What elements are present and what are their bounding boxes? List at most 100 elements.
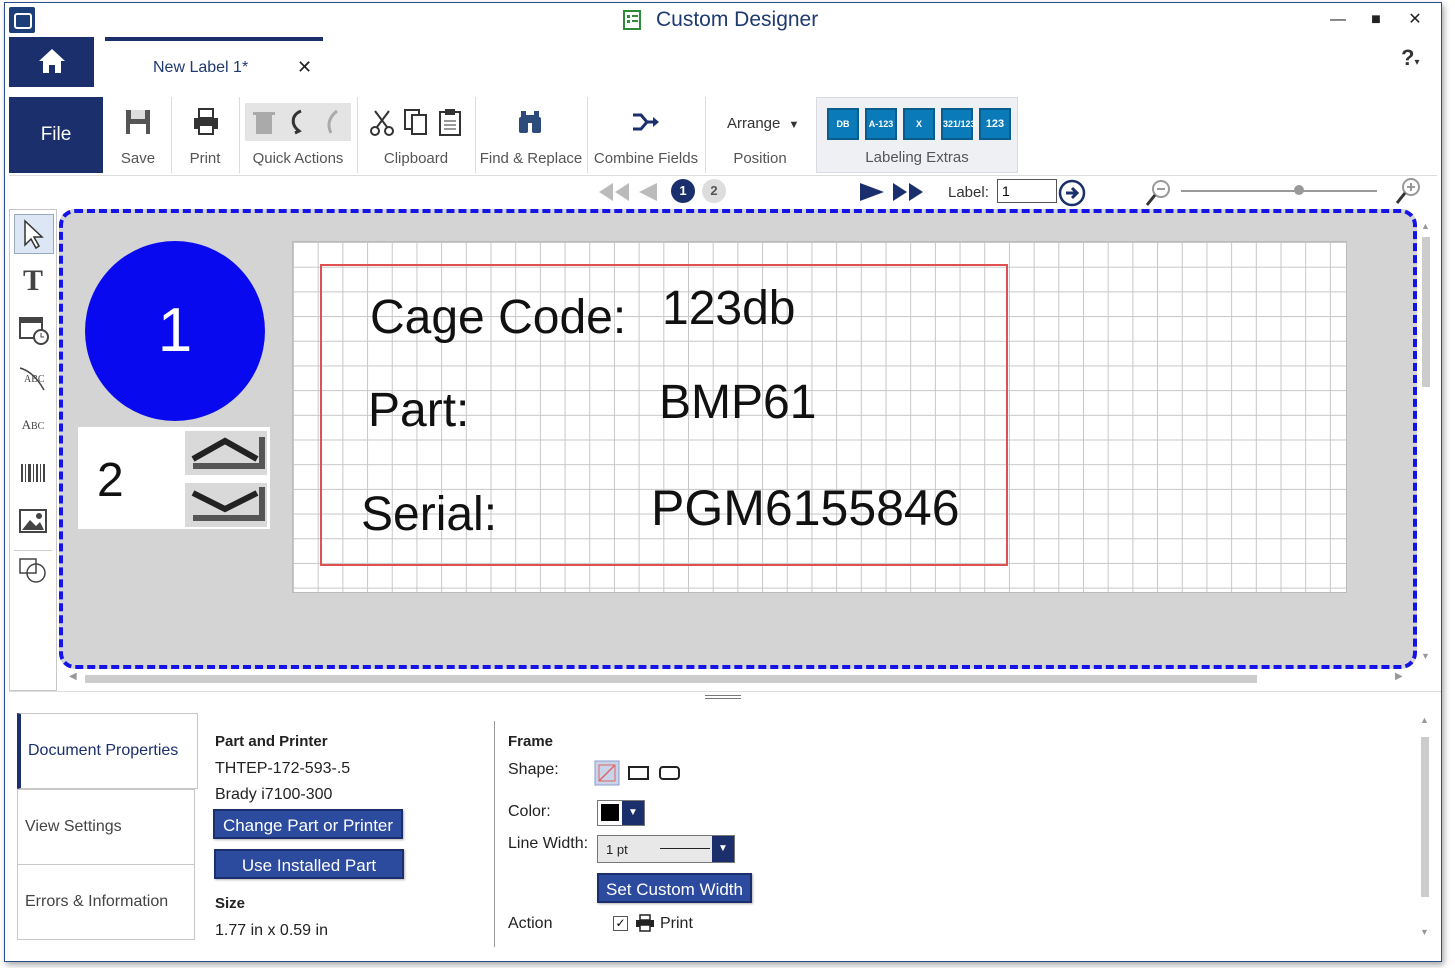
barcode-tool[interactable] [14, 454, 52, 492]
app-icon[interactable] [9, 7, 35, 33]
use-installed-part-button[interactable]: Use Installed Part [214, 849, 404, 879]
combine-fields-group[interactable]: Combine Fields [587, 97, 706, 173]
redo-icon[interactable] [317, 107, 347, 137]
previous-page-icon[interactable] [635, 181, 659, 203]
properties-scrollbar[interactable]: ▲ ▼ [1418, 715, 1432, 945]
tab-view-settings[interactable]: View Settings [17, 789, 195, 865]
stepper-down-button[interactable] [185, 483, 267, 527]
canvas-vertical-scrollbar[interactable]: ▲ ▼ [1419, 221, 1433, 665]
last-page-icon[interactable] [891, 181, 925, 203]
size-value: 1.77 in x 0.59 in [215, 922, 328, 939]
serial-label[interactable]: Serial: [361, 487, 497, 542]
stepper-up-button[interactable] [185, 431, 267, 475]
picture-icon [19, 509, 47, 533]
copy-icon[interactable] [401, 107, 431, 137]
text-tool[interactable]: T [14, 262, 52, 300]
zoom-slider[interactable] [1181, 190, 1377, 192]
number-icon[interactable]: 123 [979, 108, 1011, 140]
next-page-icon[interactable] [858, 181, 886, 203]
window-title: Custom Designer [656, 8, 819, 31]
print-label: Print [189, 150, 221, 167]
select-tool[interactable] [14, 214, 54, 254]
zoom-out-icon[interactable] [1145, 179, 1173, 207]
designer-icon [623, 10, 641, 30]
tool-palette: T ABC ABC [9, 209, 57, 691]
change-part-printer-button[interactable]: Change Part or Printer [213, 809, 403, 839]
label-number-input[interactable] [997, 179, 1057, 203]
curved-text-tool[interactable]: ABC [14, 358, 52, 396]
arrange-dropdown[interactable]: Arrange ▼ [727, 115, 799, 132]
print-group[interactable]: Print [171, 97, 240, 173]
serial-value[interactable]: PGM6155846 [651, 479, 960, 537]
label-navigation: 1 2 Label: [5, 177, 1441, 209]
panel-divider [494, 721, 495, 947]
combine-icon [633, 113, 659, 131]
tab-document-properties[interactable]: Document Properties [17, 713, 198, 789]
rounded-rectangle-shape-icon[interactable] [658, 764, 682, 782]
part-label[interactable]: Part: [368, 383, 469, 438]
zoom-slider-thumb[interactable] [1294, 185, 1304, 195]
tab-new-label[interactable]: New Label 1* ✕ [105, 37, 323, 91]
database-icon[interactable]: DB [827, 108, 859, 140]
sequence-icon[interactable]: 321/123 [941, 108, 976, 140]
frame-heading: Frame [508, 733, 554, 750]
tab-document-properties-label: Document Properties [28, 742, 179, 759]
delete-icon[interactable] [249, 107, 279, 137]
paste-icon[interactable] [435, 107, 465, 137]
canvas-horizontal-scrollbar[interactable]: ◀ ▶ [69, 671, 1405, 685]
color-picker[interactable]: ▼ [597, 800, 645, 826]
save-group[interactable]: Save [105, 97, 172, 173]
date-time-tool[interactable] [14, 310, 52, 348]
page-marker-circle: 1 [85, 241, 265, 421]
panel-splitter[interactable] [9, 691, 1441, 706]
cut-icon[interactable] [367, 107, 397, 137]
excel-import-icon[interactable]: X [903, 108, 935, 140]
shape-tool[interactable] [14, 550, 52, 589]
serial-a123-icon[interactable]: A-123 [865, 108, 897, 140]
color-label: Color: [508, 803, 551, 820]
position-label: Position [733, 150, 787, 167]
shapes-icon [19, 558, 46, 583]
printer-name: Brady i7100-300 [215, 786, 333, 803]
line-width-dropdown[interactable]: 1 pt ▼ [597, 835, 735, 863]
image-tool[interactable] [14, 502, 52, 540]
page-2-button[interactable]: 2 [702, 179, 726, 203]
barcode-icon [21, 464, 45, 482]
svg-text:ABC: ABC [24, 374, 45, 385]
undo-icon[interactable] [283, 107, 313, 137]
part-printer-heading: Part and Printer [215, 733, 328, 750]
home-button[interactable] [9, 37, 94, 87]
minimize-button[interactable]: — [1323, 7, 1353, 33]
find-replace-group[interactable]: Find & Replace [475, 97, 588, 173]
cage-code-value[interactable]: 123db [662, 281, 795, 336]
combine-fields-label: Combine Fields [593, 150, 699, 167]
save-label: Save [120, 150, 156, 167]
stepper-value: 2 [97, 454, 124, 507]
part-value[interactable]: BMP61 [659, 375, 816, 430]
close-tab-icon[interactable]: ✕ [297, 57, 312, 78]
tab-view-settings-label: View Settings [25, 818, 122, 835]
no-frame-shape-icon[interactable] [594, 760, 620, 786]
quick-actions-group: Quick Actions [239, 97, 358, 173]
set-custom-width-button[interactable]: Set Custom Width [597, 873, 752, 903]
text-icon: T [22, 264, 43, 297]
printer-icon [194, 108, 218, 135]
cage-code-label[interactable]: Cage Code: [370, 290, 626, 345]
chevron-down-icon: ▼ [622, 801, 644, 825]
maximize-button[interactable]: ■ [1361, 7, 1391, 33]
page-1-button[interactable]: 1 [671, 179, 695, 203]
rectangle-shape-icon[interactable] [627, 764, 651, 782]
zoom-in-icon[interactable] [1395, 177, 1423, 205]
save-icon [126, 110, 150, 134]
arrange-label: Arrange [727, 115, 781, 132]
close-window-button[interactable]: ✕ [1400, 7, 1430, 33]
help-button[interactable]: ?▾ [1401, 45, 1419, 71]
print-checkbox[interactable]: ✓ [613, 916, 628, 931]
curved-text-icon: ABC [19, 367, 45, 391]
clipboard-group: Clipboard [357, 97, 476, 173]
go-arrow-icon[interactable] [1058, 179, 1086, 207]
tab-errors-information[interactable]: Errors & Information [17, 864, 195, 940]
file-button[interactable]: File [9, 97, 103, 173]
first-page-icon[interactable] [597, 181, 631, 203]
small-text-tool[interactable]: ABC [14, 406, 52, 444]
